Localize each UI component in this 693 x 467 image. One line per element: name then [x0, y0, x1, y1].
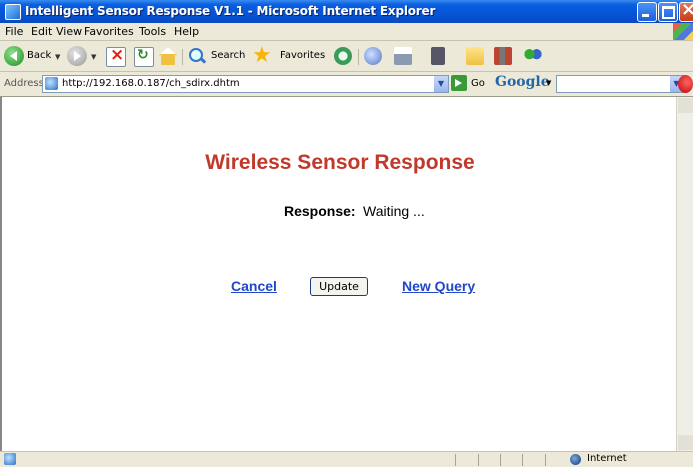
- status-divider: [522, 454, 523, 466]
- favorites-label[interactable]: Favorites: [280, 50, 325, 61]
- security-zone: Internet: [587, 453, 627, 464]
- menu-favorites[interactable]: Favorites: [84, 25, 134, 38]
- history-icon[interactable]: [334, 47, 352, 65]
- close-button[interactable]: [679, 0, 693, 22]
- menu-view[interactable]: View: [56, 25, 82, 38]
- status-divider: [545, 454, 546, 466]
- windows-logo-icon: [673, 23, 693, 40]
- messenger-icon[interactable]: [524, 47, 542, 65]
- forward-icon[interactable]: [67, 46, 87, 66]
- folder-icon[interactable]: [466, 47, 484, 65]
- menu-bar: File Edit View Favorites Tools Help: [0, 23, 693, 41]
- home-icon[interactable]: [159, 47, 177, 65]
- search-icon[interactable]: [188, 47, 206, 65]
- go-button[interactable]: Go: [471, 78, 485, 89]
- status-page-icon: [4, 453, 16, 465]
- go-arrow-icon[interactable]: [451, 75, 467, 91]
- maximize-button[interactable]: [658, 2, 678, 22]
- address-url[interactable]: http://192.168.0.187/ch_sdirx.dhtm: [62, 78, 240, 89]
- back-dropdown-icon[interactable]: ▼: [55, 53, 60, 61]
- print-icon[interactable]: [394, 47, 412, 65]
- forward-dropdown-icon[interactable]: ▼: [91, 53, 96, 61]
- search-label[interactable]: Search: [211, 50, 245, 61]
- address-bar: Address http://192.168.0.187/ch_sdirx.dh…: [0, 72, 693, 97]
- google-search-input[interactable]: ▼: [556, 75, 684, 93]
- window-title: Intelligent Sensor Response V1.1 - Micro…: [25, 4, 436, 18]
- toolbar-divider: [182, 49, 183, 65]
- address-dropdown-icon[interactable]: ▼: [434, 76, 448, 92]
- minimize-button[interactable]: [637, 2, 657, 22]
- edit-icon[interactable]: [431, 47, 445, 65]
- page-title: Wireless Sensor Response: [205, 151, 475, 174]
- google-logo[interactable]: Google: [495, 74, 550, 90]
- address-label: Address: [4, 78, 44, 89]
- internet-zone-icon: [570, 454, 581, 465]
- scroll-down-icon[interactable]: [678, 435, 693, 450]
- new-query-link[interactable]: New Query: [402, 278, 475, 294]
- status-bar: Internet: [0, 451, 693, 467]
- response-label: Response:: [284, 203, 356, 219]
- google-dropdown-icon[interactable]: ▼: [546, 79, 551, 87]
- status-divider: [455, 454, 456, 466]
- title-bar: Intelligent Sensor Response V1.1 - Micro…: [0, 0, 693, 23]
- toolbar-divider: [358, 49, 359, 65]
- stop-icon[interactable]: [106, 45, 126, 67]
- menu-edit[interactable]: Edit: [31, 25, 52, 38]
- status-divider: [500, 454, 501, 466]
- back-icon[interactable]: [4, 46, 24, 66]
- page-icon: [45, 77, 58, 90]
- status-divider: [478, 454, 479, 466]
- ie-icon: [5, 4, 21, 20]
- back-label[interactable]: Back: [27, 50, 51, 61]
- research-icon[interactable]: [494, 47, 512, 65]
- menu-help[interactable]: Help: [174, 25, 199, 38]
- response-value: Waiting ...: [363, 203, 425, 219]
- favorites-star-icon[interactable]: ★: [252, 43, 272, 68]
- scroll-up-icon[interactable]: [678, 98, 693, 113]
- vertical-scrollbar[interactable]: [676, 97, 693, 451]
- toolbar: Back ▼ ▼ Search ★ Favorites: [0, 41, 693, 72]
- update-button[interactable]: Update: [310, 277, 368, 296]
- address-input[interactable]: http://192.168.0.187/ch_sdirx.dhtm ▼: [42, 75, 449, 93]
- cancel-link[interactable]: Cancel: [231, 278, 277, 294]
- acrobat-icon[interactable]: [678, 75, 693, 93]
- menu-file[interactable]: File: [5, 25, 23, 38]
- refresh-icon[interactable]: [134, 47, 154, 67]
- mail-icon[interactable]: [364, 47, 382, 65]
- page-content: Wireless Sensor Response Response: Waiti…: [0, 97, 678, 451]
- menu-tools[interactable]: Tools: [139, 25, 166, 38]
